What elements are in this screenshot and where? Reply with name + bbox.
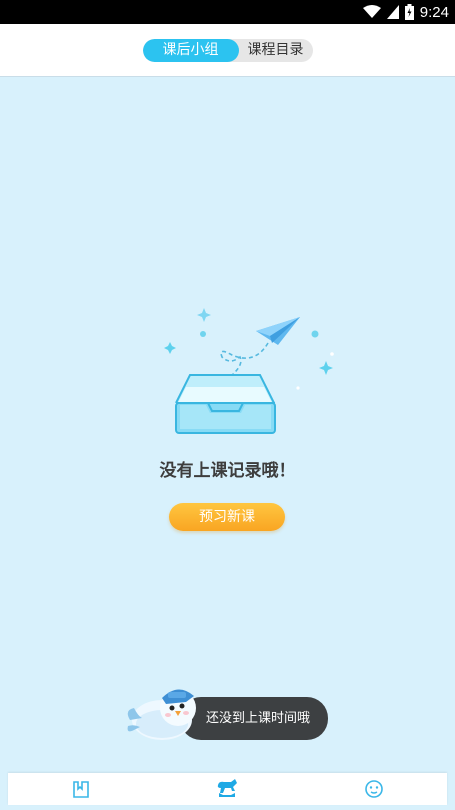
preview-new-lesson-button[interactable]: 预习新课 (169, 503, 285, 531)
segmented-control: 课后小组 课程目录 (142, 38, 313, 62)
nav-item-book[interactable] (8, 773, 154, 805)
inbox-with-paper-plane-icon (164, 308, 334, 434)
book-icon (73, 781, 89, 798)
tab-course-catalog[interactable]: 课程目录 (239, 39, 313, 62)
battery-icon (404, 4, 414, 20)
bird-mascot-icon (127, 689, 196, 740)
nav-item-horse[interactable] (154, 773, 300, 805)
bottom-nav (8, 773, 447, 805)
wifi-icon (362, 5, 381, 18)
toast-message: 还没到上课时间哦 (180, 697, 328, 740)
status-bar: 9:24 (0, 0, 455, 24)
status-time: 9:24 (419, 3, 449, 21)
tab-after-class-group[interactable]: 课后小组 (142, 38, 239, 62)
empty-message: 没有上课记录哦！ (159, 461, 296, 481)
status-icons: 9:24 (362, 3, 449, 21)
header: 课后小组 课程目录 (0, 24, 455, 77)
cellular-signal-icon (386, 5, 399, 19)
smiley-face-icon (365, 780, 383, 798)
nav-item-profile[interactable] (301, 773, 447, 805)
horse-icon (218, 779, 238, 797)
